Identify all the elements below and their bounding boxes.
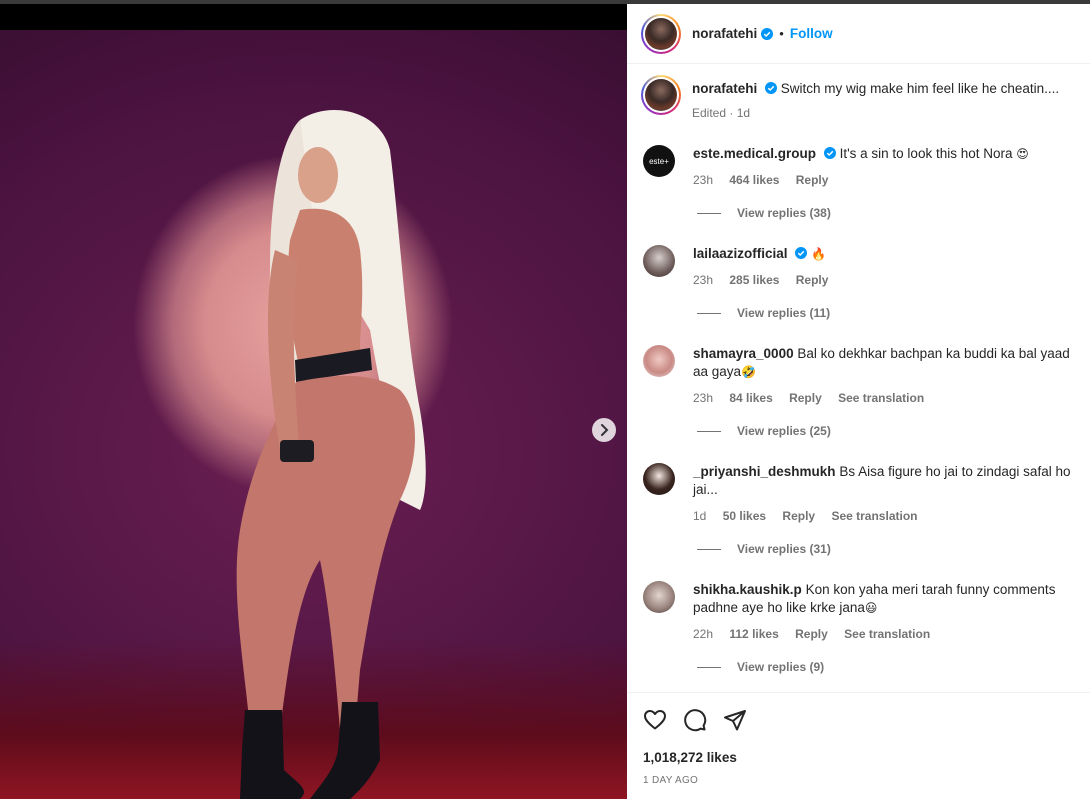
view-replies-button[interactable]: View replies (25) — [697, 424, 831, 438]
post-timestamp[interactable]: 1 DAY AGO — [643, 775, 698, 786]
see-translation-button[interactable]: See translation — [831, 509, 917, 523]
comment-text: It's a sin to look this hot Nora — [839, 146, 1013, 161]
comment-item: lailaazizofficial 🔥 23h 285 likes Reply — [643, 245, 1083, 289]
post-image — [0, 30, 627, 799]
comment-time[interactable]: 23h — [693, 391, 713, 405]
comment-emoji: 🤣 — [741, 365, 756, 379]
commenter-avatar[interactable] — [643, 245, 675, 277]
comment-likes[interactable]: 112 likes — [729, 627, 778, 641]
reply-button[interactable]: Reply — [796, 273, 829, 287]
comment-emoji: 😃 — [864, 601, 878, 615]
comment-username[interactable]: este.medical.group — [693, 146, 816, 161]
comment-item: _priyanshi_deshmukh Bs Aisa figure ho ja… — [643, 463, 1083, 525]
caption-avatar[interactable] — [641, 75, 681, 115]
media-top-strip — [0, 4, 627, 30]
comment-button[interactable] — [683, 708, 707, 732]
verified-icon — [761, 27, 774, 40]
heart-icon — [644, 710, 666, 730]
reply-button[interactable]: Reply — [796, 173, 829, 187]
verified-icon — [795, 247, 808, 259]
reply-button[interactable]: Reply — [795, 627, 828, 641]
post-header: norafatehi • Follow — [627, 4, 1090, 64]
author-username[interactable]: norafatehi — [692, 26, 757, 41]
comment-time[interactable]: 23h — [693, 273, 713, 287]
edited-label: Edited · 1d — [692, 106, 751, 120]
comment-username[interactable]: _priyanshi_deshmukh — [693, 464, 836, 479]
next-arrow-icon — [601, 424, 609, 436]
view-replies-label: View replies (38) — [737, 206, 831, 220]
share-icon — [724, 710, 746, 731]
likes-count[interactable]: 1,018,272 likes — [643, 750, 737, 765]
like-button[interactable] — [643, 708, 667, 732]
commenter-avatar[interactable] — [643, 345, 675, 377]
comment-username[interactable]: shamayra_0000 — [693, 346, 794, 361]
view-replies-label: View replies (11) — [737, 306, 831, 320]
comment-likes[interactable]: 285 likes — [729, 273, 779, 287]
follow-button[interactable]: Follow — [790, 26, 833, 41]
comment-emoji: 😍 — [1016, 147, 1029, 161]
comment-likes[interactable]: 50 likes — [723, 509, 766, 523]
author-avatar[interactable] — [641, 13, 681, 54]
view-replies-button[interactable]: View replies (31) — [697, 542, 831, 556]
see-translation-button[interactable]: See translation — [838, 391, 924, 405]
share-button[interactable] — [723, 708, 747, 732]
comments-list[interactable]: norafatehi Switch my wig make him feel l… — [627, 65, 1090, 692]
comment-icon — [684, 709, 707, 732]
post-actions: 1,018,272 likes 1 DAY AGO — [627, 692, 1090, 799]
reply-button[interactable]: Reply — [782, 509, 815, 523]
comment-item: shikha.kaushik.p Kon kon yaha meri tarah… — [643, 581, 1083, 643]
view-replies-label: View replies (31) — [737, 542, 831, 556]
view-replies-button[interactable]: View replies (11) — [697, 306, 830, 320]
comment-username[interactable]: shikha.kaushik.p — [693, 582, 802, 597]
caption-username[interactable]: norafatehi — [692, 81, 757, 96]
reply-button[interactable]: Reply — [789, 391, 822, 405]
comment-time[interactable]: 22h — [693, 627, 713, 641]
verified-icon — [765, 82, 778, 94]
view-replies-label: View replies (25) — [737, 424, 831, 438]
view-replies-button[interactable]: View replies (38) — [697, 206, 831, 220]
comment-time[interactable]: 1d — [693, 509, 706, 523]
post-caption: norafatehi Switch my wig make him feel l… — [641, 75, 1059, 122]
figure-illustration — [236, 110, 426, 799]
comment-item: shamayra_0000 Bal ko dekhkar bachpan ka … — [643, 345, 1083, 407]
comment-emoji: 🔥 — [811, 247, 827, 261]
caption-text: Switch my wig make him feel like he chea… — [780, 81, 1060, 96]
verified-icon — [823, 147, 836, 159]
commenter-avatar[interactable] — [643, 581, 675, 613]
commenter-avatar[interactable]: este+ — [643, 145, 675, 177]
see-translation-button[interactable]: See translation — [844, 627, 930, 641]
post-side-panel: norafatehi • Follow norafatehi Switch my… — [627, 4, 1090, 799]
comment-likes[interactable]: 464 likes — [729, 173, 779, 187]
commenter-avatar[interactable] — [643, 463, 675, 495]
comment-item: este+ este.medical.group It's a sin to l… — [643, 145, 1083, 189]
view-replies-label: View replies (9) — [737, 660, 825, 674]
view-replies-button[interactable]: View replies (9) — [697, 660, 824, 674]
separator-dot: • — [779, 26, 784, 41]
comment-likes[interactable]: 84 likes — [729, 391, 772, 405]
next-image-button[interactable] — [592, 418, 616, 442]
comment-time[interactable]: 23h — [693, 173, 713, 187]
comment-username[interactable]: lailaazizofficial — [693, 246, 788, 261]
